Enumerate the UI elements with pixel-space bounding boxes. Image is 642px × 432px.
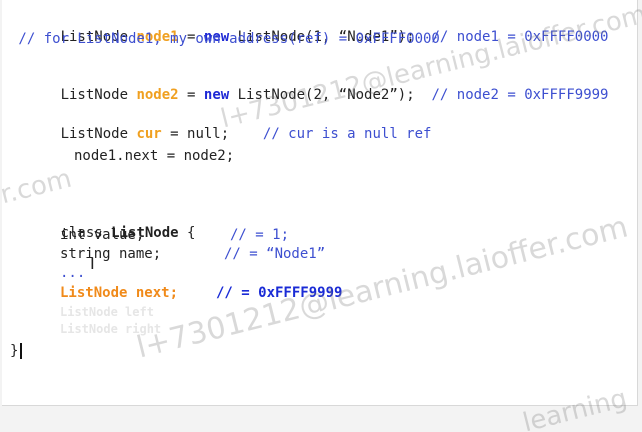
code-line-7: int value; (60, 227, 145, 243)
code-line-9: ... (60, 265, 86, 281)
text-caret (20, 343, 22, 359)
operator-token: = (178, 87, 204, 103)
comment-token: // node1 = 0xFFFF0000 (431, 29, 609, 45)
code-editor[interactable]: ListNode node1 = new ListNode(1, “Node1”… (2, 0, 638, 406)
code-comment-10: // = 0xFFFF9999 (216, 285, 343, 301)
code-line-10: ListNode next; (60, 285, 179, 301)
type-token: ListNode (60, 87, 137, 103)
comment-token: // cur is a null ref (262, 126, 432, 142)
brace-token: { (178, 225, 196, 241)
code-comment-8: // = “Node1” (224, 246, 326, 262)
constructor-call: ListNode(2, “Node2”); (229, 87, 432, 103)
ibeam-cursor-icon: I (90, 254, 95, 273)
comment-token: // node2 = 0xFFFF9999 (431, 87, 609, 103)
code-line-5: node1.next = node2; (74, 148, 235, 164)
code-line-ghost-1: ListNode left (60, 305, 154, 319)
code-line-11: } (10, 343, 19, 359)
keyword-token: new (203, 87, 230, 103)
screen: ListNode node1 = new ListNode(1, “Node1”… (0, 0, 642, 432)
assignment-token: = null; (161, 126, 263, 142)
type-token: ListNode (60, 126, 137, 142)
code-line-8: string name; (60, 246, 162, 262)
variable-token: cur (136, 126, 162, 142)
code-line-2: // for ListNode1, my own address(ref) = … (10, 31, 440, 47)
code-line-ghost-2: ListNode right (60, 322, 162, 336)
variable-token: node2 (136, 87, 179, 103)
code-comment-7: // = 1; (230, 227, 290, 243)
